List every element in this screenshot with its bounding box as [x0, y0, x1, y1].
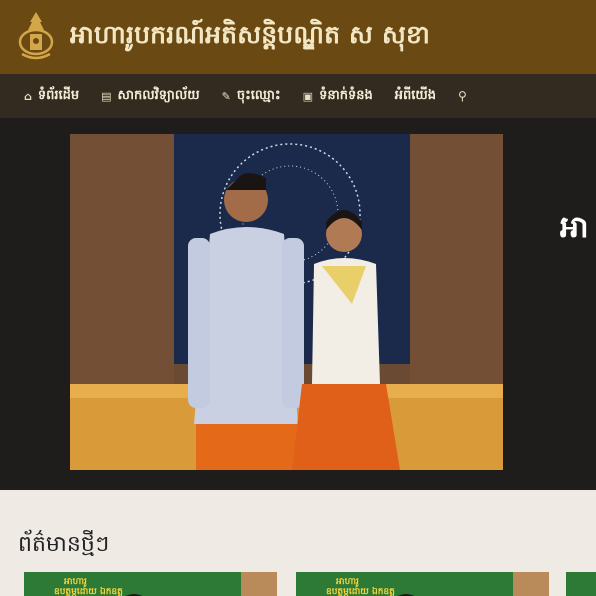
- hero-photo[interactable]: [70, 134, 503, 470]
- news-card[interactable]: [566, 572, 596, 596]
- news-card-banner: [566, 572, 596, 596]
- news-card-banner-subtitle: ឧបត្ថម្ភដោយ ឯកឧត្ត: [54, 587, 123, 596]
- nav-item-label: សាកលវិទ្យាល័យ: [117, 87, 200, 103]
- news-card[interactable]: អាហារូ ឧបត្ថម្ភដោយ ឯកឧត្ត: [296, 572, 549, 596]
- news-card-banner-subtitle: ឧបត្ថម្ភដោយ ឯកឧត្ត: [326, 587, 395, 596]
- nav-item-home[interactable]: ⌂ ទំព័រដើម: [24, 87, 79, 106]
- news-card-side: [241, 572, 277, 596]
- nav-item-university[interactable]: ▤ សាកលវិទ្យាល័យ: [101, 87, 199, 106]
- hero-photo-illustration: [70, 134, 503, 470]
- hero-next-slide-text: អា: [560, 210, 589, 245]
- news-card[interactable]: អាហារូ ឧបត្ថម្ភដោយ ឯកឧត្ត: [24, 572, 277, 596]
- nav-item-label: អំពីយើង: [394, 87, 436, 103]
- university-icon: ▤: [101, 89, 112, 103]
- news-card-side: [513, 572, 549, 596]
- news-section: ព័ត៌មានថ្មីៗ អាហារូ ឧបត្ថម្ភដោយ ឯកឧត្ត អ…: [0, 490, 596, 596]
- nav-item-label: ចុះឈ្មោះ: [236, 87, 281, 103]
- logo-icon[interactable]: [16, 10, 56, 62]
- edit-icon: ✎: [221, 89, 231, 103]
- contact-card-icon: ▣: [302, 89, 314, 103]
- hero-slider: អា: [0, 118, 596, 490]
- nav-item-label: ទំនាក់ទំនង: [319, 87, 373, 103]
- nav-item-register[interactable]: ✎ ចុះឈ្មោះ: [222, 87, 281, 106]
- main-nav: ⌂ ទំព័រដើម ▤ សាកលវិទ្យាល័យ ✎ ចុះឈ្មោះ ▣ …: [0, 74, 596, 118]
- home-icon: ⌂: [24, 89, 32, 103]
- site-title[interactable]: អាហារូបករណ៍អតិសន្តិបណ្ឌិត ស សុខា: [70, 20, 430, 56]
- nav-item-contact[interactable]: ▣ ទំនាក់ទំនង: [303, 87, 373, 106]
- news-heading: ព័ត៌មានថ្មីៗ: [18, 532, 110, 557]
- nav-item-label: ទំព័រដើម: [37, 87, 80, 103]
- site-header: អាហារូបករណ៍អតិសន្តិបណ្ឌិត ស សុខា: [0, 0, 596, 74]
- search-icon[interactable]: ⚲: [458, 89, 467, 103]
- nav-item-about[interactable]: អំពីយើង: [395, 87, 436, 106]
